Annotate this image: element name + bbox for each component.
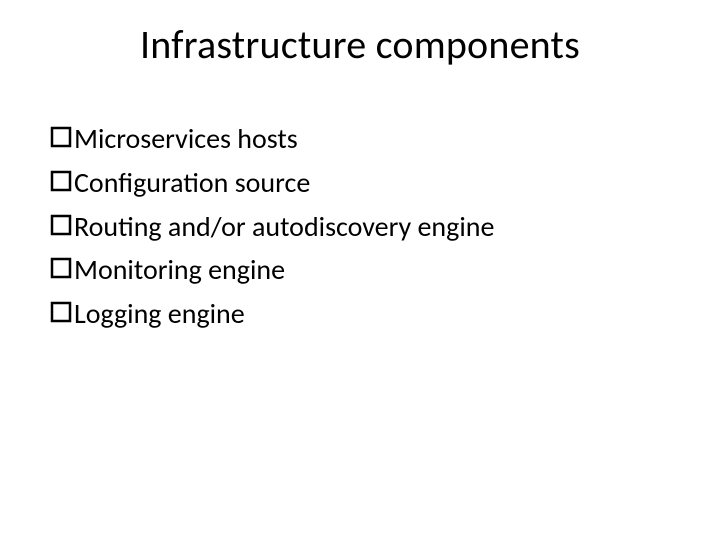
list-item: Configuration source	[50, 164, 670, 202]
checkbox-bullet-icon	[50, 170, 72, 192]
slide-title: Infrastructure components	[0, 20, 720, 69]
bullet-list: Microservices hosts Configuration source…	[50, 120, 670, 339]
checkbox-bullet-icon	[50, 126, 72, 148]
list-item-label: Monitoring engine	[74, 251, 670, 289]
slide: Infrastructure components Microservices …	[0, 0, 720, 540]
list-item-label: Microservices hosts	[74, 120, 670, 158]
list-item: Routing and/or autodiscovery engine	[50, 208, 670, 246]
list-item: Monitoring engine	[50, 251, 670, 289]
list-item-label: Configuration source	[74, 164, 670, 202]
checkbox-bullet-icon	[50, 214, 72, 236]
checkbox-bullet-icon	[50, 257, 72, 279]
checkbox-bullet-icon	[50, 301, 72, 323]
list-item: Microservices hosts	[50, 120, 670, 158]
list-item: Logging engine	[50, 295, 670, 333]
list-item-label: Logging engine	[74, 295, 670, 333]
list-item-label: Routing and/or autodiscovery engine	[74, 208, 670, 246]
